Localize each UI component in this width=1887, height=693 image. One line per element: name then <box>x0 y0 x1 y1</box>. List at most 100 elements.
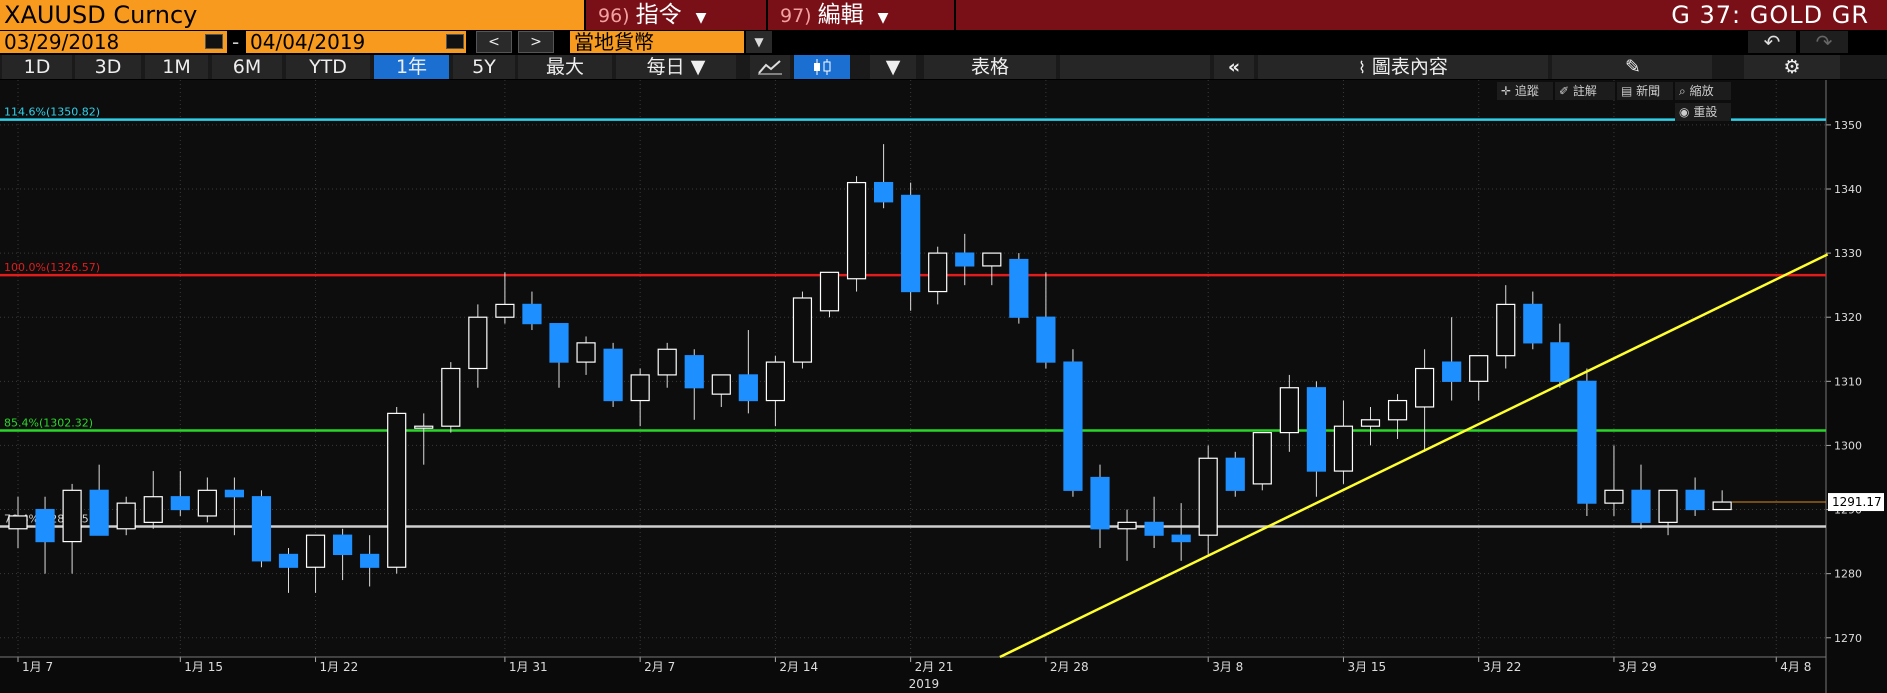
candle-body <box>873 181 894 203</box>
candle-body <box>1279 387 1299 434</box>
candle-body <box>1198 457 1218 536</box>
candle-body <box>955 252 975 267</box>
crosshair-icon: ✛ <box>1501 84 1512 98</box>
candle-body <box>792 297 813 363</box>
retracement-label: 85.4%(1302.32) <box>4 417 93 430</box>
x-tick-label: 1月 7 <box>22 660 53 674</box>
x-tick-label: 2月 28 <box>1050 660 1089 674</box>
zoom-tool[interactable]: ⌕ 縮放 <box>1675 82 1731 100</box>
candle-body <box>8 515 28 530</box>
candle-body <box>765 361 786 402</box>
y-tick-label: 1310 <box>1834 375 1862 388</box>
candle-body <box>982 252 1002 267</box>
y-tick-label: 1270 <box>1834 632 1862 645</box>
y-tick-label: 1320 <box>1834 311 1862 324</box>
candle-body <box>846 181 867 280</box>
candle-body <box>224 489 244 498</box>
candle-body <box>1036 316 1056 363</box>
track-label: 追蹤 <box>1514 84 1539 98</box>
trend-line <box>999 253 1829 659</box>
candle-body <box>360 553 380 568</box>
retracement-label: 100.0%(1326.57) <box>4 261 100 274</box>
magnifier-icon: ⌕ <box>1679 84 1686 98</box>
reset-tool[interactable]: ◉ 重設 <box>1675 103 1731 121</box>
candle-body <box>522 303 542 325</box>
candle-body <box>819 271 840 312</box>
x-tick-label: 1月 15 <box>184 660 223 674</box>
x-tick-label: 1月 31 <box>509 660 548 674</box>
price-chart[interactable]: 1270128012901300131013201330134013501月 7… <box>0 0 1887 693</box>
candle-body <box>414 425 434 429</box>
candle-body <box>657 348 677 376</box>
x-tick-label: 2月 21 <box>915 660 954 674</box>
y-tick-label: 1340 <box>1834 183 1862 196</box>
candle-body <box>1658 489 1678 523</box>
candle-body <box>305 534 326 568</box>
candle-body <box>495 303 515 318</box>
candle-body <box>441 367 461 427</box>
candle-body <box>1225 457 1245 491</box>
candle-body <box>1414 367 1435 408</box>
candle-body <box>711 374 731 395</box>
track-tool[interactable]: ✛ 追蹤 <box>1497 82 1553 100</box>
candle-body <box>1252 432 1272 485</box>
x-tick-label: 2月 14 <box>779 660 818 674</box>
candle-body <box>62 489 82 543</box>
news-label: 新聞 <box>1636 84 1661 98</box>
x-tick-label: 4月 8 <box>1780 660 1811 674</box>
candle-body <box>1577 380 1597 504</box>
y-tick-label: 1280 <box>1834 568 1862 581</box>
candle-body <box>1604 489 1624 504</box>
candle-body <box>1685 489 1705 511</box>
candle-body <box>738 374 758 402</box>
candle-body <box>116 502 136 530</box>
candle-body <box>1009 258 1029 318</box>
candle-body <box>251 496 272 562</box>
pencil-icon: ✐ <box>1559 84 1570 98</box>
annotate-label: 註解 <box>1572 84 1597 98</box>
candle-body <box>928 252 948 293</box>
candle-body <box>901 194 921 293</box>
x-tick-label: 3月 8 <box>1212 660 1243 674</box>
candle-body <box>278 553 299 568</box>
candle-body <box>387 412 407 568</box>
candle-body <box>1496 303 1516 357</box>
annotate-tool[interactable]: ✐ 註解 <box>1555 82 1615 100</box>
candle-body <box>1523 303 1543 344</box>
candle-body <box>35 508 55 543</box>
year-label: 2019 <box>909 677 940 691</box>
candle-body <box>1333 425 1354 472</box>
candle-body <box>549 323 569 363</box>
candle-body <box>1090 476 1110 530</box>
x-tick-label: 2月 7 <box>644 660 675 674</box>
reset-icon: ◉ <box>1679 105 1690 119</box>
candle-body <box>333 534 353 556</box>
candle-body <box>170 496 190 511</box>
x-tick-label: 3月 22 <box>1483 660 1522 674</box>
candle-body <box>630 374 650 402</box>
y-tick-label: 1300 <box>1834 439 1862 452</box>
candle-body <box>576 342 596 363</box>
candle-body <box>1387 399 1408 421</box>
y-tick-label: 1350 <box>1834 119 1862 132</box>
retracement-label: 114.6%(1350.82) <box>4 106 100 119</box>
candle-body <box>603 348 623 402</box>
candle-body <box>1144 521 1164 536</box>
reset-label: 重設 <box>1693 105 1718 119</box>
candle-body <box>1469 355 1489 382</box>
candle-body <box>1550 342 1570 382</box>
news-tool[interactable]: ▤ 新聞 <box>1617 82 1673 100</box>
y-tick-label: 1330 <box>1834 247 1862 260</box>
candle-body <box>197 489 217 517</box>
x-tick-label: 1月 22 <box>320 660 359 674</box>
candle-body <box>1171 534 1191 543</box>
candle-body <box>89 489 109 536</box>
x-tick-label: 3月 15 <box>1347 660 1386 674</box>
candle-body <box>143 496 163 523</box>
candle-body <box>1063 361 1083 491</box>
news-icon: ▤ <box>1621 84 1633 98</box>
candle-body <box>1360 419 1381 427</box>
candle-body <box>684 355 704 389</box>
zoom-label: 縮放 <box>1689 84 1714 98</box>
x-tick-label: 3月 29 <box>1618 660 1657 674</box>
